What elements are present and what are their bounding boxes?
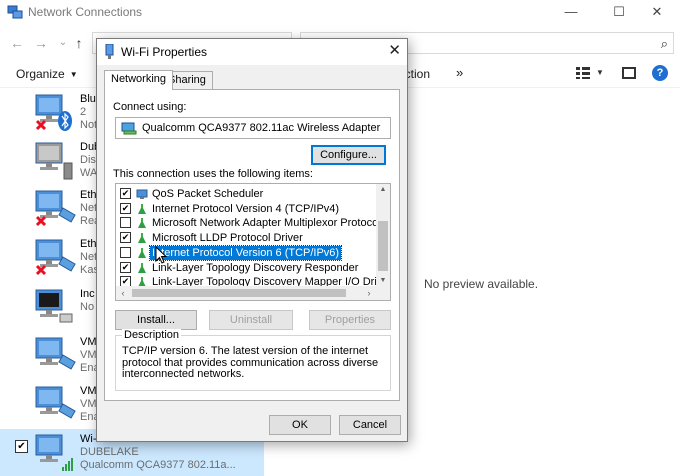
- wifi-adapter-icon: [105, 44, 114, 59]
- view-options-chevron-icon[interactable]: ▼: [596, 68, 604, 77]
- vpn-adapter-icon: [35, 142, 73, 180]
- search-icon: ⌕: [660, 36, 668, 51]
- properties-button[interactable]: Properties: [309, 310, 391, 330]
- install-button[interactable]: Install...: [115, 310, 197, 330]
- connection-items-list[interactable]: ✔ QoS Packet Scheduler ✔ Internet Protocol …: [115, 183, 391, 301]
- adapter-field: Qualcomm QCA9377 802.11ac Wireless Adapt…: [115, 117, 391, 139]
- protocol-icon: [138, 203, 146, 214]
- item-checkbox[interactable]: ✔: [120, 188, 131, 199]
- connection-device: Not: [80, 119, 98, 131]
- networking-tab-panel: Connect using: Qualcomm QCA9377 802.11ac…: [104, 89, 400, 401]
- protocol-icon: [138, 262, 146, 273]
- wifi-properties-dialog: Wi-Fi Properties ✕ Networking Sharing Co…: [96, 38, 408, 442]
- item-checkbox[interactable]: [120, 246, 131, 258]
- chevron-down-icon: ▼: [69, 70, 78, 80]
- description-group: Description TCP/IP version 6. The latest…: [115, 329, 391, 391]
- qos-icon: [136, 189, 148, 199]
- adapter-name: Qualcomm QCA9377 802.11ac Wireless Adapt…: [142, 122, 381, 134]
- incoming-connection-icon: [35, 289, 73, 323]
- network-adapter-icon: [121, 122, 137, 135]
- scroll-up-icon[interactable]: ▲: [376, 184, 390, 196]
- bluetooth-adapter-icon: [35, 94, 72, 131]
- horizontal-scroll-thumb[interactable]: [132, 289, 346, 297]
- item-label: Microsoft Network Adapter Multiplexor Pr…: [152, 217, 381, 230]
- change-view-icon[interactable]: [576, 67, 590, 79]
- connection-name: Inc: [80, 288, 95, 300]
- connection-network: DUBELAKE: [80, 446, 139, 458]
- back-arrow-icon[interactable]: ←: [8, 34, 26, 52]
- uninstall-button[interactable]: Uninstall: [209, 310, 293, 330]
- connection-text: Inc No: [80, 288, 95, 314]
- horizontal-scrollbar[interactable]: ‹ ›: [116, 286, 390, 300]
- close-button[interactable]: ✕: [634, 0, 680, 24]
- connection-item-row[interactable]: Microsoft Network Adapter Multiplexor Pr…: [116, 216, 381, 231]
- item-label: Link-Layer Topology Discovery Responder: [152, 261, 359, 274]
- connection-item-row[interactable]: ✔ QoS Packet Scheduler: [116, 187, 378, 202]
- protocol-icon: [138, 233, 146, 244]
- ok-button[interactable]: OK: [269, 415, 331, 435]
- connection-item-row[interactable]: ✔ Internet Protocol Version 4 (TCP/IPv4): [116, 202, 378, 217]
- connect-using-label: Connect using:: [113, 101, 187, 113]
- protocol-icon: [138, 247, 146, 258]
- minimize-button[interactable]: —: [548, 0, 594, 24]
- scroll-right-icon[interactable]: ›: [362, 286, 376, 300]
- vertical-scroll-thumb[interactable]: [378, 221, 388, 271]
- item-checkbox[interactable]: ✔: [120, 261, 131, 273]
- cancel-button[interactable]: Cancel: [339, 415, 401, 435]
- selection-checkbox[interactable]: ✔: [15, 440, 28, 453]
- virtual-adapter-icon: [35, 386, 76, 419]
- description-label: Description: [122, 329, 182, 341]
- help-icon[interactable]: ?: [652, 65, 668, 81]
- tab-networking[interactable]: Networking: [104, 70, 174, 90]
- dialog-title: Wi-Fi Properties: [121, 45, 208, 59]
- virtual-adapter-icon: [35, 337, 76, 370]
- ethernet-adapter-icon: [35, 239, 76, 276]
- ethernet-adapter-icon: [35, 190, 76, 227]
- forward-arrow-icon[interactable]: →: [32, 34, 50, 52]
- item-label: QoS Packet Scheduler: [152, 188, 264, 200]
- item-checkbox[interactable]: ✔: [120, 232, 131, 244]
- more-commands-icon[interactable]: »: [456, 65, 463, 80]
- organize-label: Organize: [16, 67, 65, 81]
- connection-network: No: [80, 301, 95, 313]
- item-checkbox[interactable]: [120, 217, 131, 229]
- dialog-title-bar: Wi-Fi Properties ✕: [97, 39, 407, 65]
- connection-text: Blu 2 Not: [80, 93, 97, 132]
- configure-button[interactable]: Configure...: [311, 145, 386, 165]
- item-checkbox[interactable]: ✔: [120, 202, 131, 214]
- item-label: Internet Protocol Version 4 (TCP/IPv4): [152, 202, 340, 215]
- items-label: This connection uses the following items…: [113, 168, 313, 180]
- preview-pane-message: No preview available.: [424, 277, 539, 291]
- connection-network: 2: [80, 106, 87, 118]
- title-bar: Network Connections — ☐ ✕: [0, 0, 680, 24]
- connection-name: Blu: [80, 93, 96, 105]
- up-arrow-icon[interactable]: ↑: [70, 34, 88, 52]
- connection-device: Qualcomm QCA9377 802.11a...: [80, 459, 236, 471]
- mouse-cursor-icon: [155, 246, 167, 264]
- item-label: Microsoft LLDP Protocol Driver: [152, 232, 303, 245]
- vertical-scrollbar[interactable]: ▲ ▼: [376, 184, 390, 287]
- item-label: Internet Protocol Version 6 (TCP/IPv6): [148, 244, 343, 261]
- dialog-close-button[interactable]: ✕: [388, 41, 401, 59]
- connection-item-row[interactable]: ✔ Microsoft LLDP Protocol Driver: [116, 231, 378, 246]
- wifi-adapter-icon: [35, 434, 73, 471]
- protocol-icon: [138, 218, 146, 229]
- window-title: Network Connections: [28, 5, 143, 19]
- scroll-left-icon[interactable]: ‹: [116, 286, 130, 300]
- organize-menu[interactable]: Organize ▼: [16, 67, 78, 81]
- description-text: TCP/IP version 6. The latest version of …: [122, 345, 379, 380]
- preview-pane-icon[interactable]: [622, 67, 636, 79]
- network-connections-icon: [7, 5, 23, 19]
